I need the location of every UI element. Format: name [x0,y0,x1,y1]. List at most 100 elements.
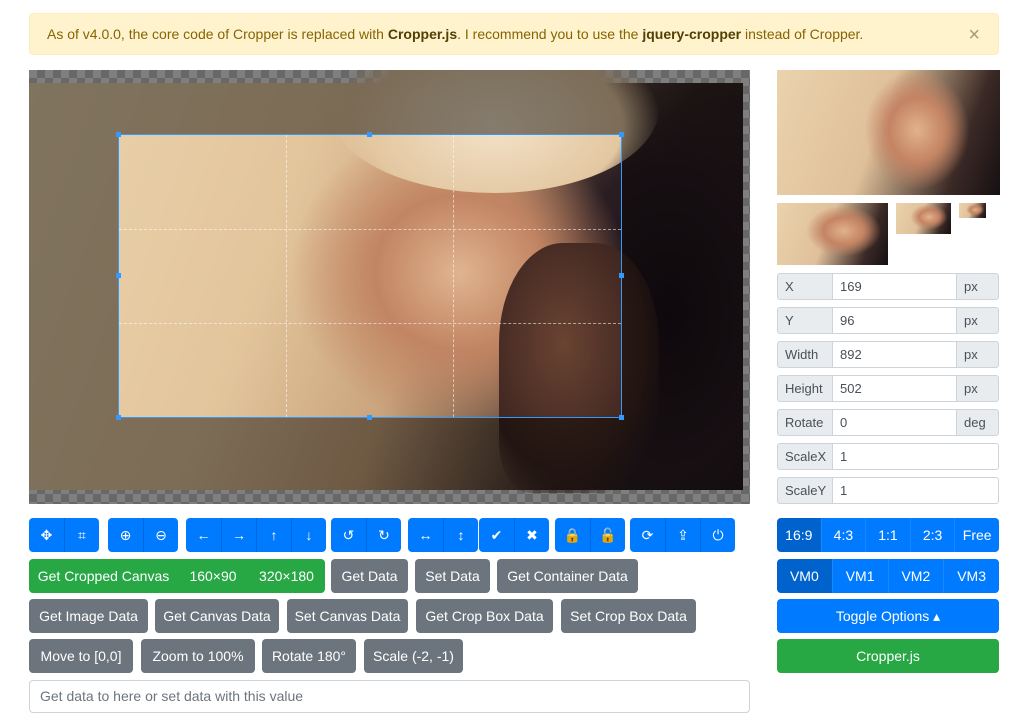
crop-guide-v1 [286,135,288,417]
field-rotate-label: Rotate [777,409,832,436]
cropped-canvas-320-button[interactable]: 320×180 [248,559,325,593]
deprecation-alert: As of v4.0.0, the core code of Cropper i… [29,13,999,55]
crop-mask-bottom [29,418,750,504]
field-x-label: X [777,273,832,300]
aspect-ratio-toggle: 16:9 4:3 1:1 2:3 Free [777,518,999,552]
view-mode-1[interactable]: VM1 [831,559,888,593]
get-canvas-data-button[interactable]: Get Canvas Data [155,599,279,633]
aspect-ratio-4-3[interactable]: 4:3 [820,518,866,552]
check-icon[interactable]: ✔ [479,518,514,552]
get-crop-box-data-button[interactable]: Get Crop Box Data [416,599,553,633]
reset-icon[interactable]: ⟳ [630,518,665,552]
power-icon[interactable]: ⏻ [700,518,735,552]
crop-mask-right [622,134,750,418]
field-scalex-label: ScaleX [777,443,832,470]
field-rotate-input[interactable]: 0 [832,409,957,436]
alert-plugin-name: jquery-cropper [642,26,742,42]
field-x: X 169 px [777,273,999,300]
crop-handle-se[interactable] [619,415,624,420]
alert-text-middle: . I recommend you to use the [457,26,643,42]
alert-text-suffix: instead of Cropper. [741,26,864,42]
field-scaley-input[interactable]: 1 [832,477,999,504]
crop-icon[interactable]: ⌗ [64,518,99,552]
arrow-down-icon[interactable]: ↓ [291,518,326,552]
get-data-button[interactable]: Get Data [331,559,408,593]
crop-guide-h1 [119,228,621,230]
rotate-180-button[interactable]: Rotate 180° [262,639,356,673]
field-height-input[interactable]: 502 [832,375,957,402]
aspect-ratio-1-1[interactable]: 1:1 [865,518,910,552]
field-scaley-label: ScaleY [777,477,832,504]
crop-handle-n[interactable] [367,132,372,137]
field-y-label: Y [777,307,832,334]
cropped-canvas-group: Get Cropped Canvas 160×90 320×180 [29,559,325,593]
field-scaley: ScaleY 1 [777,477,999,504]
view-mode-2[interactable]: VM2 [887,559,944,593]
view-mode-3[interactable]: VM3 [943,559,999,593]
arrow-right-icon[interactable]: → [221,518,256,552]
aspect-ratio-16-9[interactable]: 16:9 [777,518,821,552]
field-rotate-unit: deg [957,409,999,436]
aspect-ratio-free[interactable]: Free [954,518,999,552]
get-cropped-canvas-button[interactable]: Get Cropped Canvas [29,559,178,593]
crop-handle-w[interactable] [116,273,121,278]
crop-guide-v2 [453,135,455,417]
field-width-unit: px [957,341,999,368]
close-crop-icon[interactable]: ✖ [514,518,549,552]
rotate-left-icon[interactable]: ↺ [331,518,366,552]
crop-handle-ne[interactable] [619,132,624,137]
crop-handle-sw[interactable] [116,415,121,420]
field-x-unit: px [957,273,999,300]
zoom-to-button[interactable]: Zoom to 100% [141,639,255,673]
cropperjs-link-button[interactable]: Cropper.js [777,639,999,673]
get-container-data-button[interactable]: Get Container Data [497,559,638,593]
set-data-button[interactable]: Set Data [415,559,490,593]
cropper-canvas[interactable] [29,70,750,504]
upload-icon[interactable]: ⇪ [665,518,700,552]
flip-vertical-icon[interactable]: ↕ [443,518,478,552]
arrow-left-icon[interactable]: ← [186,518,221,552]
crop-handle-s[interactable] [367,415,372,420]
unlock-icon[interactable]: 🔓 [590,518,625,552]
lock-group: 🔒 🔓 [555,518,625,552]
field-scalex-input[interactable]: 1 [832,443,999,470]
field-width-label: Width [777,341,832,368]
set-crop-box-data-button[interactable]: Set Crop Box Data [561,599,696,633]
crop-box[interactable] [116,132,624,420]
field-y-unit: px [957,307,999,334]
view-mode-0[interactable]: VM0 [777,559,832,593]
field-height-unit: px [957,375,999,402]
lock-icon[interactable]: 🔒 [555,518,590,552]
scale-button[interactable]: Scale (-2, -1) [364,639,463,673]
close-icon[interactable]: × [968,14,980,56]
field-y: Y 96 px [777,307,999,334]
mode-group: ✥ ⌗ [29,518,99,552]
field-x-input[interactable]: 169 [832,273,957,300]
toggle-options-button[interactable]: Toggle Options ▴ [777,599,999,633]
aspect-ratio-2-3[interactable]: 2:3 [909,518,955,552]
cropped-canvas-160-button[interactable]: 160×90 [178,559,248,593]
move-icon[interactable]: ✥ [29,518,64,552]
move-arrows-group: ← → ↑ ↓ [186,518,326,552]
arrow-up-icon[interactable]: ↑ [256,518,291,552]
crop-handle-e[interactable] [619,273,624,278]
field-width-input[interactable]: 892 [832,341,957,368]
field-y-input[interactable]: 96 [832,307,957,334]
crop-actions-group: ✔ ✖ [479,518,549,552]
move-to-button[interactable]: Move to [0,0] [29,639,133,673]
view-mode-toggle: VM0 VM1 VM2 VM3 [777,559,999,593]
alert-lib-name: Cropper.js [387,26,458,42]
misc-group: ⟳ ⇪ ⏻ [630,518,735,552]
zoom-out-icon[interactable]: ⊖ [143,518,178,552]
set-canvas-data-button[interactable]: Set Canvas Data [287,599,408,633]
rotate-right-icon[interactable]: ↻ [366,518,401,552]
zoom-in-icon[interactable]: ⊕ [108,518,143,552]
get-image-data-button[interactable]: Get Image Data [29,599,148,633]
alert-text-prefix: As of v4.0.0, the core code of Cropper i… [47,26,388,42]
crop-mask-top [29,70,750,134]
crop-handle-nw[interactable] [116,132,121,137]
field-rotate: Rotate 0 deg [777,409,999,436]
data-textarea[interactable]: Get data to here or set data with this v… [29,680,750,713]
flip-horizontal-icon[interactable]: ↔ [408,518,443,552]
crop-mask-left [29,134,118,418]
